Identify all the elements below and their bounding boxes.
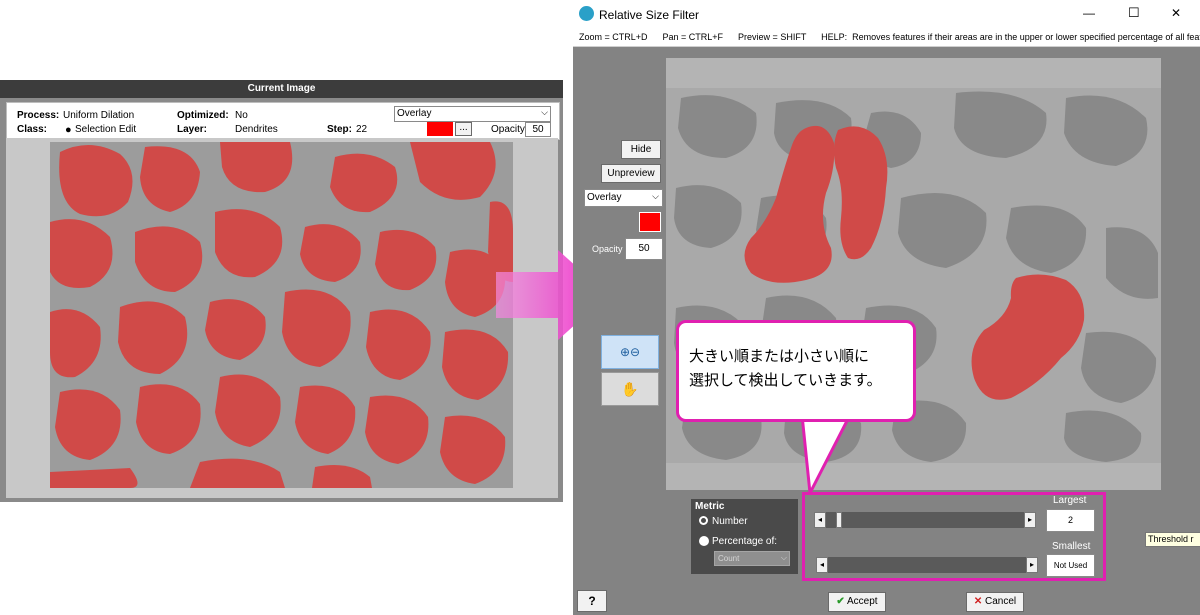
threshold-tooltip: Threshold r: [1145, 532, 1200, 547]
slider-thumb[interactable]: [836, 512, 842, 528]
image-info-panel: Process: Uniform Dilation Optimized: No …: [6, 102, 560, 140]
preview-image-view[interactable]: [666, 58, 1161, 490]
overlay-color-swatch[interactable]: [427, 122, 453, 136]
callout-pointer: [800, 415, 852, 495]
accept-button[interactable]: ✔ Accept: [828, 592, 886, 612]
close-button[interactable]: ✕: [1171, 6, 1181, 20]
slider-track[interactable]: [828, 557, 1026, 573]
help-bar: Zoom = CTRL+D Pan = CTRL+F Preview = SHI…: [573, 28, 1200, 47]
slider-track[interactable]: [826, 512, 1024, 528]
chevron-down-icon: ⌵: [541, 107, 548, 117]
layer-label: Layer:: [177, 124, 208, 135]
smallest-slider[interactable]: ◂ ▸: [816, 557, 1038, 573]
cancel-label: Cancel: [985, 596, 1017, 607]
help-button[interactable]: ?: [577, 590, 607, 612]
dendrite-overlay-image: [50, 142, 513, 488]
smallest-label: Smallest: [1052, 541, 1091, 552]
optimized-label: Optimized:: [177, 110, 229, 121]
slider-left-arrow[interactable]: ◂: [816, 557, 828, 573]
process-label: Process:: [17, 110, 60, 121]
preview-overlay-image: [666, 58, 1161, 490]
dialog-title: Relative Size Filter: [599, 8, 700, 22]
annotation-callout: 大きい順または小さい順に 選択して検出していきます。: [676, 320, 916, 422]
cancel-button[interactable]: ✕ Cancel: [966, 592, 1024, 612]
largest-slider[interactable]: ◂ ▸: [814, 512, 1036, 528]
slider-right-arrow[interactable]: ▸: [1024, 512, 1036, 528]
metric-count-value: Count: [718, 554, 740, 563]
display-mode-select[interactable]: Overlay ⌵: [394, 106, 551, 122]
callout-line-1: 大きい順または小さい順に: [689, 348, 870, 365]
dialog-titlebar: Relative Size Filter — ☐ ✕: [573, 0, 1200, 28]
chevron-down-icon: ⌵: [652, 191, 659, 201]
display-mode-value: Overlay: [587, 192, 622, 203]
largest-input[interactable]: 2: [1046, 509, 1095, 532]
chevron-down-icon: ⌵: [780, 553, 787, 562]
zoom-icon: ⊕⊖: [619, 345, 641, 359]
largest-label: Largest: [1053, 495, 1087, 506]
pan-tool-button[interactable]: ✋: [601, 372, 659, 406]
slider-left-arrow[interactable]: ◂: [814, 512, 826, 528]
app-logo-icon: [579, 6, 594, 21]
class-value: Selection Edit: [75, 124, 137, 135]
hand-icon: ✋: [621, 381, 639, 397]
check-icon: ✔: [836, 596, 845, 607]
optimized-value: No: [235, 110, 248, 121]
bullet-icon: ●: [65, 124, 72, 136]
help-text: Zoom = CTRL+D Pan = CTRL+F Preview = SHI…: [579, 32, 1200, 42]
zoom-tool-button[interactable]: ⊕⊖: [601, 335, 659, 369]
hide-button[interactable]: Hide: [621, 140, 661, 159]
minimize-button[interactable]: —: [1083, 6, 1095, 20]
display-mode-select[interactable]: Overlay ⌵: [584, 189, 663, 207]
metric-count-select[interactable]: Count ⌵: [714, 551, 790, 566]
callout-line-2: 選択して検出していきます。: [689, 372, 882, 389]
metric-number-label: Number: [712, 516, 748, 527]
maximize-button[interactable]: ☐: [1128, 5, 1140, 21]
opacity-label: Opacity:: [491, 124, 528, 135]
opacity-input[interactable]: 50: [525, 122, 551, 137]
metric-group: Metric Number Percentage of: Count ⌵: [691, 499, 798, 574]
unpreview-button[interactable]: Unpreview: [601, 164, 661, 183]
metric-percentage-radio[interactable]: [699, 536, 709, 546]
slider-right-arrow[interactable]: ▸: [1026, 557, 1038, 573]
smallest-input[interactable]: Not Used: [1046, 554, 1095, 577]
metric-number-radio[interactable]: [699, 516, 708, 525]
display-mode-value: Overlay: [397, 108, 432, 119]
step-value: 22: [356, 124, 368, 135]
accept-label: Accept: [847, 596, 878, 607]
layer-value: Dendrites: [235, 124, 278, 135]
class-label: Class:: [17, 124, 48, 135]
x-icon: ✕: [973, 596, 983, 607]
metric-title: Metric: [695, 501, 725, 512]
metric-percentage-label: Percentage of:: [712, 536, 778, 547]
current-image-title: Current Image: [0, 80, 563, 98]
current-image-view[interactable]: [50, 142, 513, 488]
color-picker-button[interactable]: ...: [455, 122, 472, 136]
overlay-color-swatch[interactable]: [639, 212, 661, 232]
opacity-label: Opacity: [592, 244, 623, 254]
opacity-input[interactable]: 50: [625, 238, 663, 260]
step-label: Step:: [327, 124, 352, 135]
process-value: Uniform Dilation: [63, 110, 135, 121]
